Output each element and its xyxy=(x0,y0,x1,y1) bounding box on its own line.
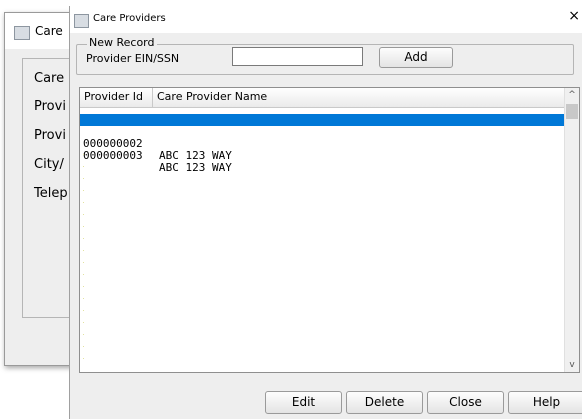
empty-row-marker xyxy=(83,274,84,275)
empty-row-marker xyxy=(83,226,84,227)
delete-button[interactable]: Delete xyxy=(346,391,423,414)
new-record-legend: New Record xyxy=(87,36,157,49)
empty-row-marker xyxy=(83,286,84,287)
dialog-title: Care Providers xyxy=(93,13,166,24)
close-button[interactable]: Close xyxy=(427,391,504,414)
empty-row-marker xyxy=(83,250,84,251)
scroll-down-icon[interactable]: v xyxy=(565,358,579,372)
edit-button[interactable]: Edit xyxy=(265,391,342,414)
care-providers-dialog: Care Providers × New Record Provider EIN… xyxy=(69,6,582,419)
empty-row-marker xyxy=(83,166,84,167)
new-record-group: New Record Provider EIN/SSN Add xyxy=(76,36,574,75)
table-row[interactable]: 000000003 ABC 123 WAY xyxy=(80,138,564,174)
column-header-provider-id[interactable]: Provider Id xyxy=(80,88,153,107)
empty-row-marker xyxy=(83,178,84,179)
background-label-provider-1: Provi xyxy=(34,99,66,114)
empty-row-marker xyxy=(83,214,84,215)
background-label-care: Care xyxy=(34,71,65,86)
add-button[interactable]: Add xyxy=(379,47,453,68)
help-button[interactable]: Help xyxy=(508,391,582,414)
empty-row-marker xyxy=(83,238,84,239)
table-header: Provider Id Care Provider Name xyxy=(80,88,564,108)
background-label-provider-2: Provi xyxy=(34,128,66,143)
close-icon[interactable]: × xyxy=(568,9,580,23)
empty-row-marker xyxy=(83,298,84,299)
empty-row-marker xyxy=(83,154,84,155)
column-header-provider-name[interactable]: Care Provider Name xyxy=(153,88,564,107)
provider-ein-input[interactable] xyxy=(232,47,363,66)
background-label-telephone: Telep xyxy=(34,186,68,201)
provider-ein-label: Provider EIN/SSN xyxy=(86,52,180,65)
app-window-icon xyxy=(74,14,89,28)
empty-row-marker xyxy=(83,334,84,335)
dialog-titlebar[interactable]: Care Providers × xyxy=(70,6,582,33)
table-row[interactable]: 000000002 ABC 123 WAY xyxy=(80,126,564,162)
background-label-city: City/ xyxy=(34,157,64,172)
empty-row-marker xyxy=(83,322,84,323)
empty-row-marker xyxy=(83,310,84,311)
empty-row-marker xyxy=(83,262,84,263)
vertical-scrollbar[interactable]: ^ v xyxy=(564,88,579,372)
background-window-title: Care xyxy=(35,24,63,38)
providers-table[interactable]: Provider Id Care Provider Name 000000000… xyxy=(79,87,580,373)
scrollbar-thumb[interactable] xyxy=(566,104,578,119)
empty-row-marker xyxy=(83,346,84,347)
app-window-icon xyxy=(14,26,30,40)
empty-row-marker xyxy=(83,358,84,359)
provider-id-cell: 000000003 xyxy=(83,149,143,162)
table-row[interactable]: 000000000 DAYCARE xyxy=(80,114,564,150)
scroll-up-icon[interactable]: ^ xyxy=(565,88,579,102)
empty-row-marker xyxy=(83,202,84,203)
empty-row-marker xyxy=(83,190,84,191)
provider-name-cell: ABC 123 WAY xyxy=(159,161,232,174)
